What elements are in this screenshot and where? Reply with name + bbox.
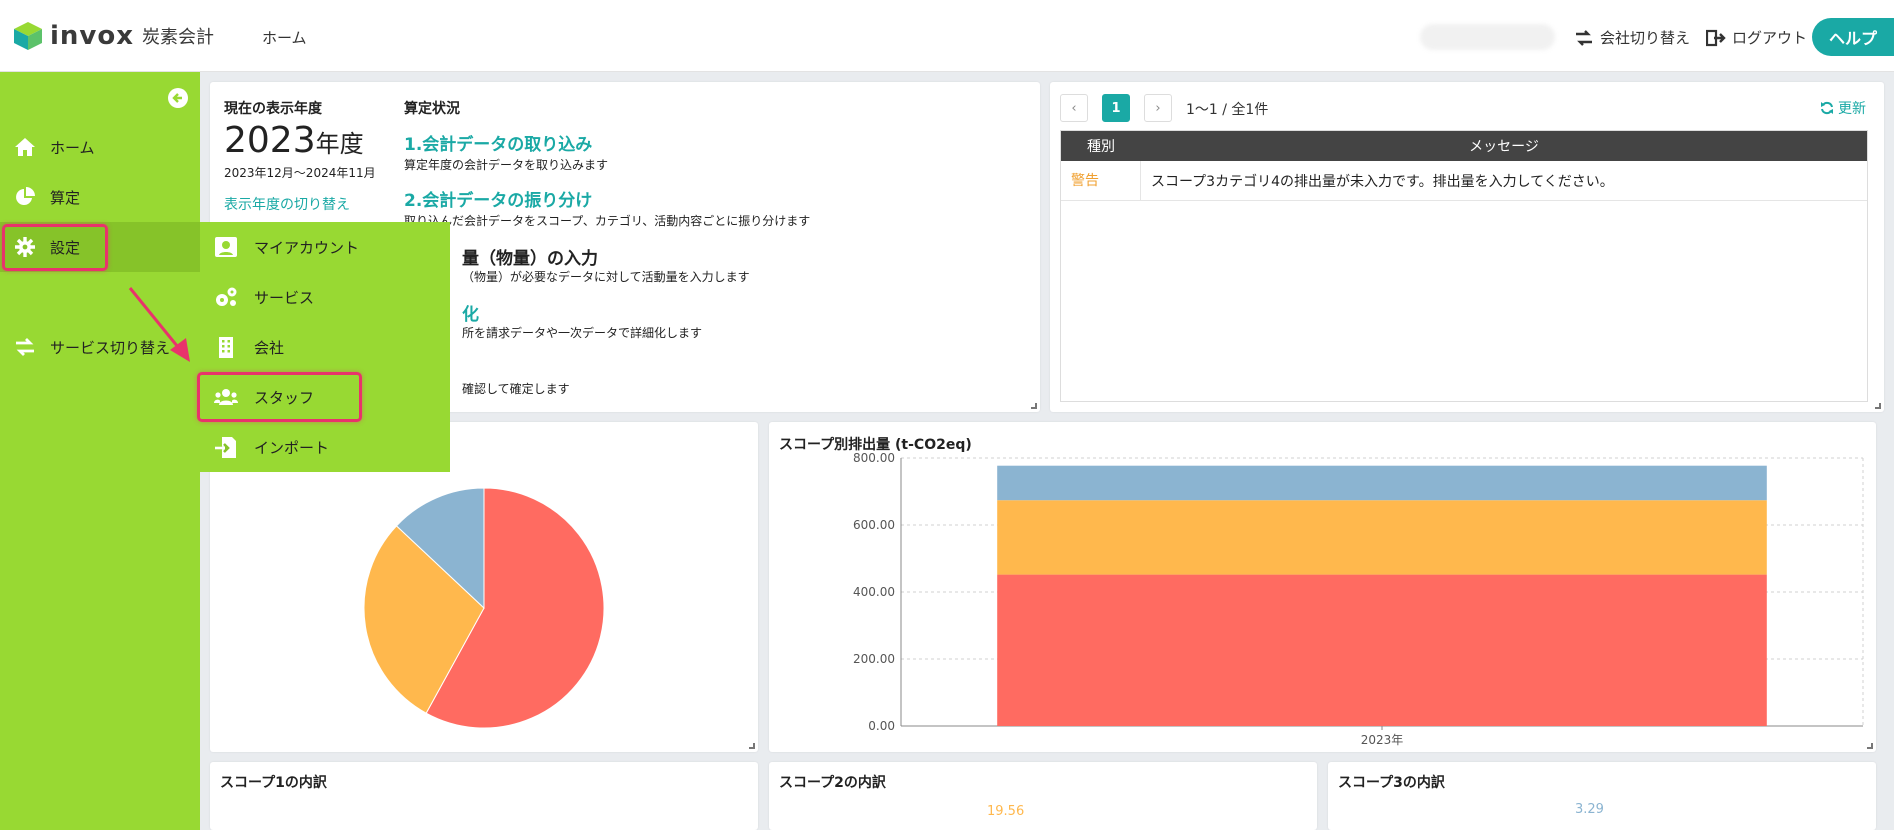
y-tick-label: 400.00 [853, 585, 895, 599]
sidebar-item-calc[interactable]: 算定 [0, 172, 200, 222]
submenu-item-label: サービス [254, 288, 315, 307]
status-title: 算定状況 [404, 101, 460, 117]
bar-segment[interactable] [997, 465, 1767, 501]
submenu-item-import[interactable]: インポート [200, 422, 450, 472]
annotation-arrow-icon [128, 287, 190, 362]
col-type-header: 種別 [1087, 139, 1115, 155]
logout-link[interactable]: ログアウト [1706, 27, 1807, 48]
current-year-label: 現在の表示年度 [224, 101, 322, 117]
table-row[interactable]: 警告 スコープ3カテゴリ4の排出量が未入力です。排出量を入力してください。 [1061, 160, 1867, 201]
company-switch-label: 会社切り替え [1600, 29, 1691, 47]
submenu-item-label: 会社 [254, 338, 285, 357]
message-type: 警告 [1061, 160, 1141, 201]
refresh-icon [1821, 101, 1833, 115]
scope3-title: スコープ3の内訳 [1338, 775, 1445, 791]
refresh-label: 更新 [1838, 101, 1866, 117]
year-switch-link[interactable]: 表示年度の切り替え [224, 194, 350, 214]
scope-bar-chart: 800.00600.00400.00200.000.002023年 [853, 451, 1864, 747]
messages-card: ‹ 1 › 1〜1 / 全1件 更新 種別 メッセージ 警告 スコープ3カテゴリ… [1050, 82, 1884, 412]
sidebar-item-home[interactable]: ホーム [0, 122, 200, 172]
swap-icon [16, 338, 34, 356]
logo-cube-icon [14, 22, 42, 50]
sidebar-item-label: ホーム [50, 138, 95, 157]
app-header: invox 炭素会計 ホーム 会社切り替え ログアウト ヘルプ [0, 0, 1894, 72]
pager-count: 1〜1 / 全1件 [1186, 102, 1269, 118]
step-1-desc: 算定年度の会計データを取り込みます [404, 158, 609, 172]
refresh-button[interactable]: 更新 [1820, 98, 1866, 118]
pager-page-button[interactable]: 1 [1102, 94, 1130, 122]
step-1-title[interactable]: 1.会計データの取り込み [404, 130, 592, 155]
y-tick-label: 0.00 [868, 719, 895, 733]
scope2-value: 19.56 [987, 804, 1025, 819]
bar-segment[interactable] [997, 500, 1767, 575]
y-tick-label: 600.00 [853, 518, 895, 532]
company-switch-link[interactable]: 会社切り替え [1574, 27, 1690, 48]
arrow-left-icon [172, 93, 182, 103]
gears-icon [216, 287, 237, 306]
account-icon [215, 237, 237, 257]
sidebar-collapse-button[interactable] [168, 88, 188, 108]
settings-highlight-box [2, 224, 108, 271]
scope2-card: スコープ2の内訳 19.56 [769, 762, 1317, 830]
year-suffix: 年度 [315, 130, 364, 158]
messages-table-header: 種別 メッセージ [1061, 131, 1867, 161]
sidebar-item-label: 算定 [50, 188, 81, 207]
y-tick-label: 200.00 [853, 652, 895, 666]
step-4-title[interactable]: 化 [462, 300, 479, 325]
logo-text: invox [50, 21, 135, 51]
swap-icon [1576, 29, 1592, 46]
building-icon [219, 337, 233, 358]
messages-table: 種別 メッセージ 警告 スコープ3カテゴリ4の排出量が未入力です。排出量を入力し… [1060, 130, 1868, 402]
help-button[interactable]: ヘルプ [1812, 18, 1894, 56]
step-3-desc: （物量）が必要なデータに対して活動量を入力します [462, 270, 750, 284]
step-2-title[interactable]: 2.会計データの振り分け [404, 186, 592, 211]
message-text: スコープ3カテゴリ4の排出量が未入力です。排出量を入力してください。 [1151, 173, 1614, 190]
app-logo[interactable]: invox 炭素会計 [12, 20, 214, 52]
scope2-title: スコープ2の内訳 [779, 775, 886, 791]
submenu-item-label: インポート [254, 438, 330, 457]
submenu-item-my-account[interactable]: マイアカウント [200, 222, 450, 272]
step-3-title: 量（物量）の入力 [462, 249, 598, 269]
staff-highlight-box [197, 372, 362, 422]
pie-slice[interactable] [425, 487, 605, 729]
pager-next-button[interactable]: › [1144, 94, 1172, 122]
logout-label: ログアウト [1732, 29, 1808, 47]
resize-handle[interactable] [1867, 743, 1873, 749]
resize-handle[interactable] [1875, 403, 1881, 409]
resize-handle[interactable] [1031, 403, 1037, 409]
scope-bar-chart-card: スコープ別排出量 (t-CO2eq) 800.00 600.00 400.00 200… [769, 422, 1876, 752]
x-tick-label: 2023年 [1361, 733, 1404, 747]
bar-segment[interactable] [997, 574, 1767, 726]
current-year: 2023年度 [224, 120, 364, 161]
step-5-desc: 確認して確定します [462, 382, 570, 396]
sidebar: ホーム 算定 設定 サービス切り替え [0, 72, 200, 830]
logout-icon [1706, 29, 1726, 46]
scope1-title: スコープ1の内訳 [220, 775, 327, 791]
year-number: 2023 [224, 120, 316, 161]
chart-title: スコープ別排出量 (t-CO2eq) [779, 437, 972, 453]
pager-prev-button[interactable]: ‹ [1060, 94, 1088, 122]
submenu-item-service[interactable]: サービス [200, 272, 450, 322]
scope3-value: 3.29 [1575, 802, 1604, 817]
submenu-item-label: マイアカウント [254, 238, 360, 257]
logo-subtitle: 炭素会計 [142, 27, 215, 48]
import-icon [215, 437, 236, 458]
step-2-desc: 取り込んだ会計データをスコープ、カテゴリ、活動内容ごとに振り分けます [404, 214, 811, 228]
pie-chart-icon [16, 187, 35, 205]
scope3-card: スコープ3の内訳 3.29 [1328, 762, 1876, 830]
user-name-blurred[interactable] [1420, 24, 1555, 50]
submenu-item-company[interactable]: 会社 [200, 322, 450, 372]
resize-handle[interactable] [749, 743, 755, 749]
header-home-link[interactable]: ホーム [262, 27, 307, 48]
home-icon [15, 138, 35, 156]
scope1-card: スコープ1の内訳 [210, 762, 758, 830]
col-message-header: メッセージ [1469, 139, 1539, 155]
pie-slice[interactable] [395, 487, 485, 610]
year-range: 2023年12月〜2024年11月 [224, 166, 376, 180]
settings-submenu: マイアカウント サービス 会社 スタッフ インポート [200, 222, 450, 472]
step-4-desc: 所を請求データや一次データで詳細化します [462, 326, 703, 340]
pie-slice[interactable] [363, 525, 485, 714]
